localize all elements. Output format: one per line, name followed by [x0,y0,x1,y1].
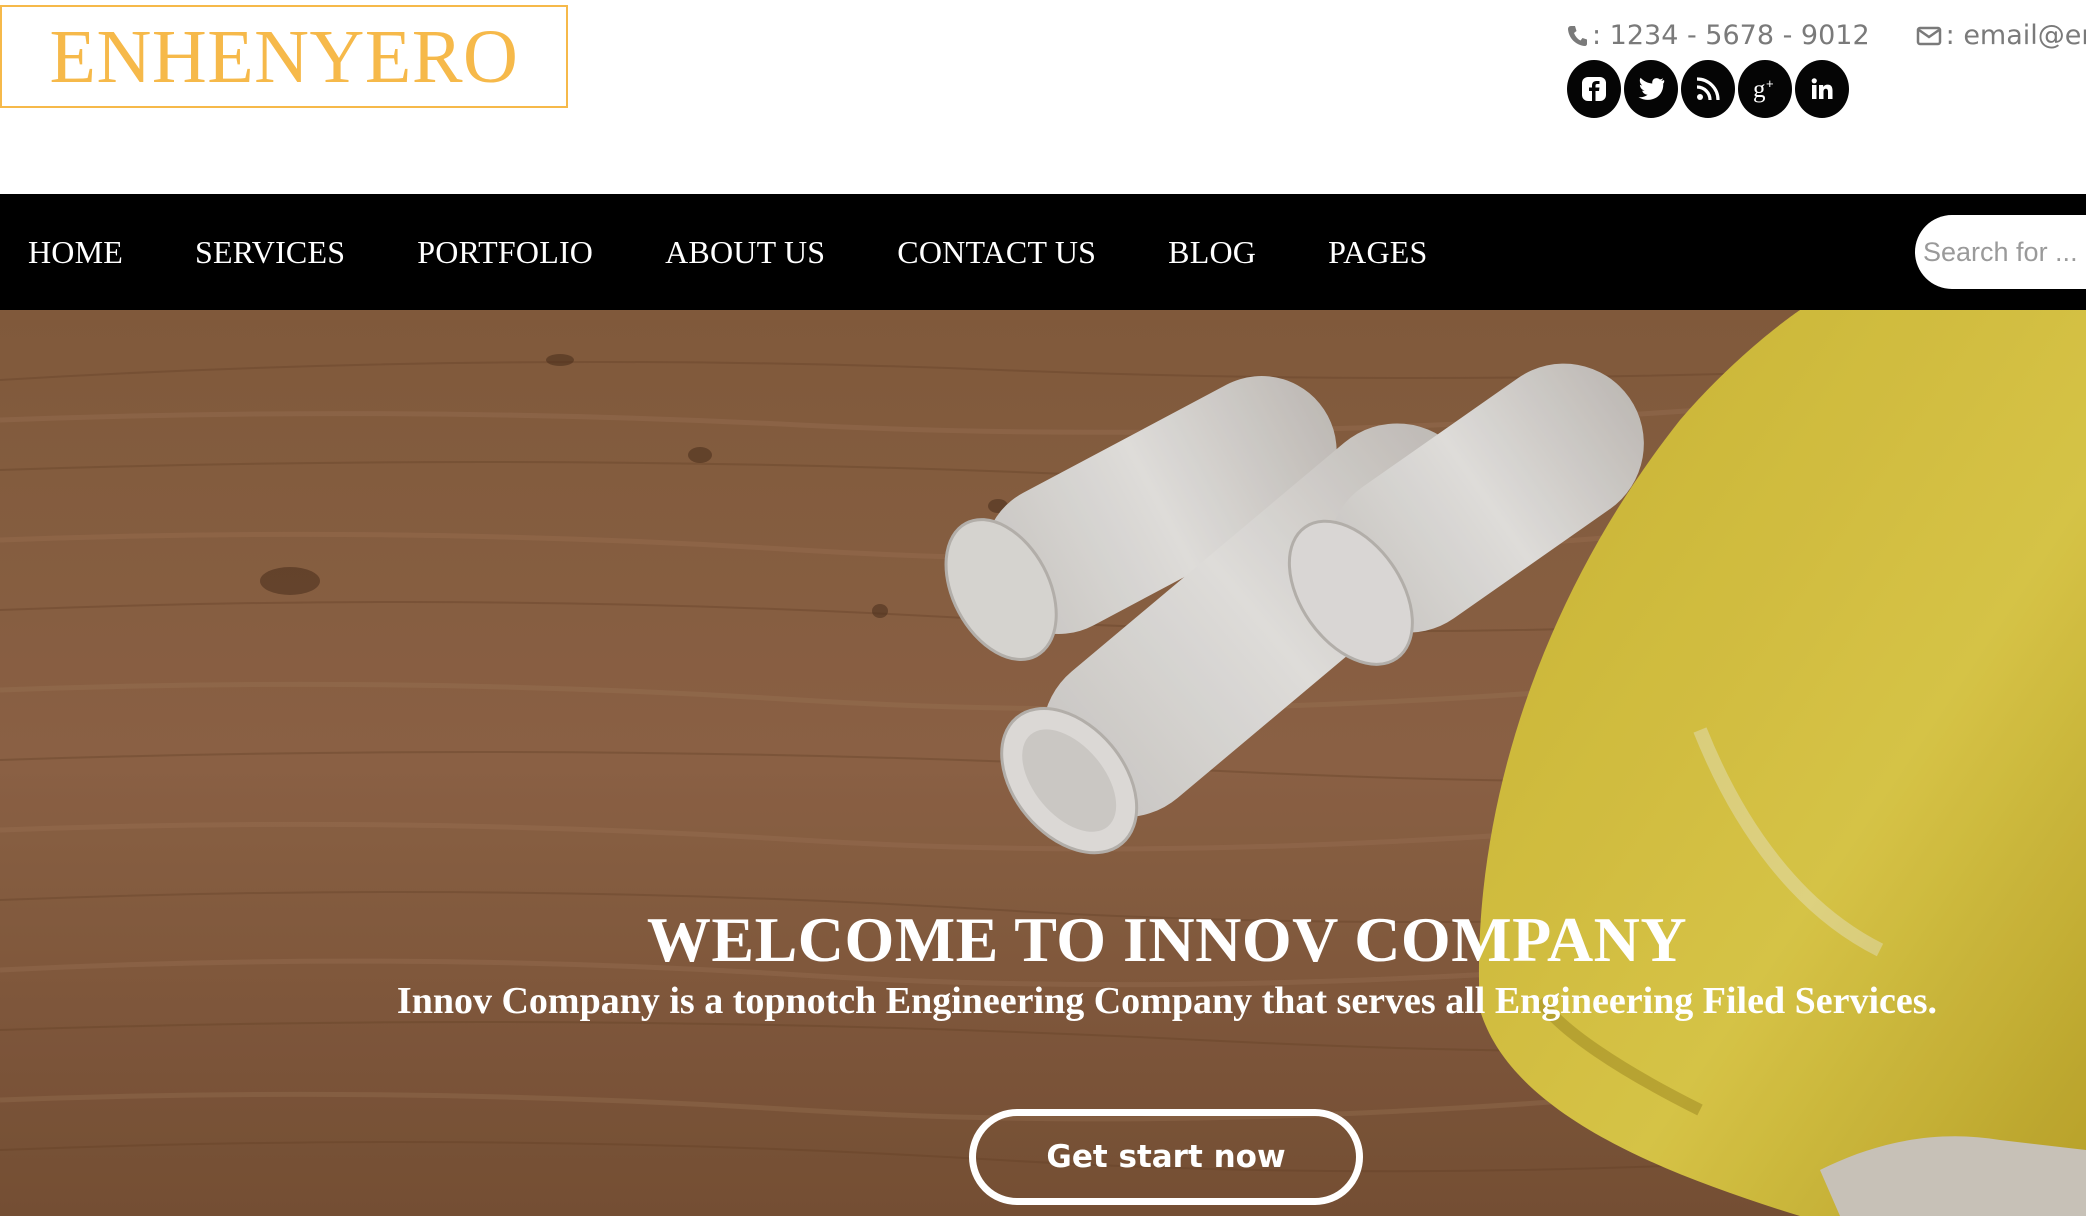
google-plus-link[interactable]: g + [1738,60,1792,118]
google-plus-icon: g + [1750,75,1780,103]
search-input[interactable] [1915,215,2086,289]
hero-title: WELCOME TO INNOV COMPANY [646,904,1688,975]
contact-info: : 1234 - 5678 - 9012 : email@en [1566,20,2086,51]
hero-background-image [0,310,2086,1216]
linkedin-link[interactable] [1795,60,1849,118]
nav-item-home[interactable]: HOME [28,234,123,271]
get-start-now-button[interactable]: Get start now [969,1109,1363,1205]
nav-item-about-us[interactable]: ABOUT US [665,234,825,271]
nav-item-blog[interactable]: BLOG [1168,234,1256,271]
email-address: : email@en [1945,20,2086,51]
rss-icon [1696,77,1720,101]
site-header: ENHENYERO : 1234 - 5678 - 9012 : email@e… [0,0,2086,194]
nav-item-contact-us[interactable]: CONTACT US [897,234,1096,271]
site-logo[interactable]: ENHENYERO [0,5,568,108]
envelope-icon [1916,25,1942,47]
main-navigation: HOME SERVICES PORTFOLIO ABOUT US CONTACT… [0,194,2086,310]
twitter-link[interactable] [1624,60,1678,118]
hero-banner: WELCOME TO INNOV COMPANY Innov Company i… [0,310,2086,1216]
phone-number: : 1234 - 5678 - 9012 [1592,20,1870,51]
social-links: g + [1567,60,1852,118]
nav-menu: HOME SERVICES PORTFOLIO ABOUT US CONTACT… [28,194,1500,310]
facebook-link[interactable] [1567,60,1621,118]
facebook-icon [1581,76,1607,102]
svg-text:g: g [1753,76,1766,103]
hero-subtitle: Innov Company is a topnotch Engineering … [396,980,1938,1022]
nav-item-pages[interactable]: PAGES [1328,234,1427,271]
nav-item-portfolio[interactable]: PORTFOLIO [417,234,593,271]
linkedin-icon [1810,77,1834,101]
logo-text: ENHENYERO [49,14,519,99]
nav-item-services[interactable]: SERVICES [195,234,345,271]
email-contact: : email@en [1916,20,2086,51]
phone-contact: : 1234 - 5678 - 9012 [1566,20,1870,51]
svg-text:+: + [1766,76,1774,91]
phone-icon [1566,24,1588,48]
twitter-icon [1637,77,1665,101]
rss-link[interactable] [1681,60,1735,118]
